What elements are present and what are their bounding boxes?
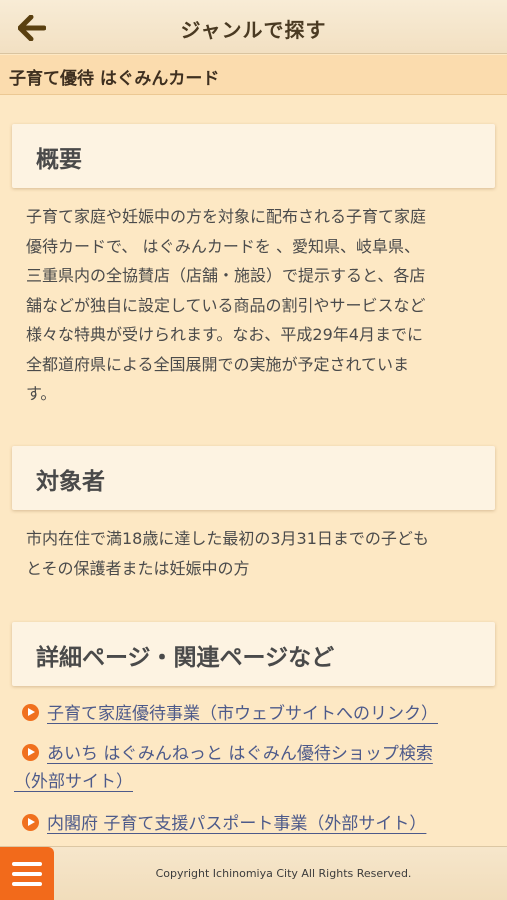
play-bullet-icon — [22, 814, 39, 831]
target-line: 市内在住で満18歳に達した最初の3月31日までの子ども — [26, 529, 429, 548]
menu-button[interactable] — [0, 847, 54, 900]
footer-bar: Copyright Ichinomiya City All Rights Res… — [0, 846, 507, 900]
subtitle-text: 子育て優待 はぐみんカード — [9, 69, 220, 89]
overview-line: 舗などが独自に設定している商品の割引やサービスなど — [26, 295, 426, 315]
overview-line: 三重県内の全協賛店（店舗・施設）で提示すると、各店 — [26, 266, 426, 285]
section-title-overview: 概要 — [36, 147, 82, 173]
link-text[interactable]: あいち はぐみんねっと はぐみん優待ショップ検索 — [47, 744, 433, 764]
section-title-details: 詳細ページ・関連ページなど — [36, 645, 335, 671]
overview-line: 様々な特典が受けられます。なお、平成29年4月までに — [26, 325, 423, 344]
link-item[interactable]: あいち はぐみんねっと はぐみん優待ショップ検索 （外部サイト） — [14, 740, 494, 796]
overview-line: 優待カードで、 はぐみんカードを 、愛知県、岐阜県、 — [26, 236, 421, 256]
section-header-target: 対象者 — [12, 446, 495, 510]
target-text: 市内在住で満18歳に達した最初の3月31日までの子ども とその保護者または妊娠中… — [26, 524, 486, 583]
top-navigation-bar: ジャンルで探す — [0, 0, 507, 54]
overview-text: 子育て家庭や妊娠中の方を対象に配布される子育て家庭 優待カードで、 はぐみんカー… — [26, 202, 486, 409]
link-text[interactable]: 子育て家庭優待事業（市ウェブサイトへのリンク） — [47, 704, 438, 724]
copyright-text: Copyright Ichinomiya City All Rights Res… — [155, 867, 412, 880]
link-item[interactable]: 子育て家庭優待事業（市ウェブサイトへのリンク） — [14, 700, 494, 728]
section-title-target: 対象者 — [36, 469, 105, 495]
hamburger-menu-icon — [12, 862, 42, 886]
link-text-continued[interactable]: （外部サイト） — [14, 772, 133, 792]
overview-line: 全都道府県による全国展開での実施が予定されていま — [26, 354, 410, 374]
page-title: ジャンルで探す — [180, 18, 327, 42]
link-item[interactable]: 内閣府 子育て支援パスポート事業（外部サイト） — [14, 810, 494, 838]
content-area[interactable]: 概要 子育て家庭や妊娠中の方を対象に配布される子育て家庭 優待カードで、 はぐみ… — [0, 96, 507, 846]
overview-line: す。 — [26, 384, 57, 403]
target-line: とその保護者または妊娠中の方 — [26, 558, 250, 578]
subtitle-bar: 子育て優待 はぐみんカード — [0, 55, 507, 95]
play-bullet-icon — [22, 704, 39, 721]
overview-line: 子育て家庭や妊娠中の方を対象に配布される子育て家庭 — [26, 207, 427, 226]
section-header-details: 詳細ページ・関連ページなど — [12, 622, 495, 686]
section-header-overview: 概要 — [12, 124, 495, 188]
play-bullet-icon — [22, 744, 39, 761]
link-text[interactable]: 内閣府 子育て支援パスポート事業（外部サイト） — [47, 814, 426, 834]
